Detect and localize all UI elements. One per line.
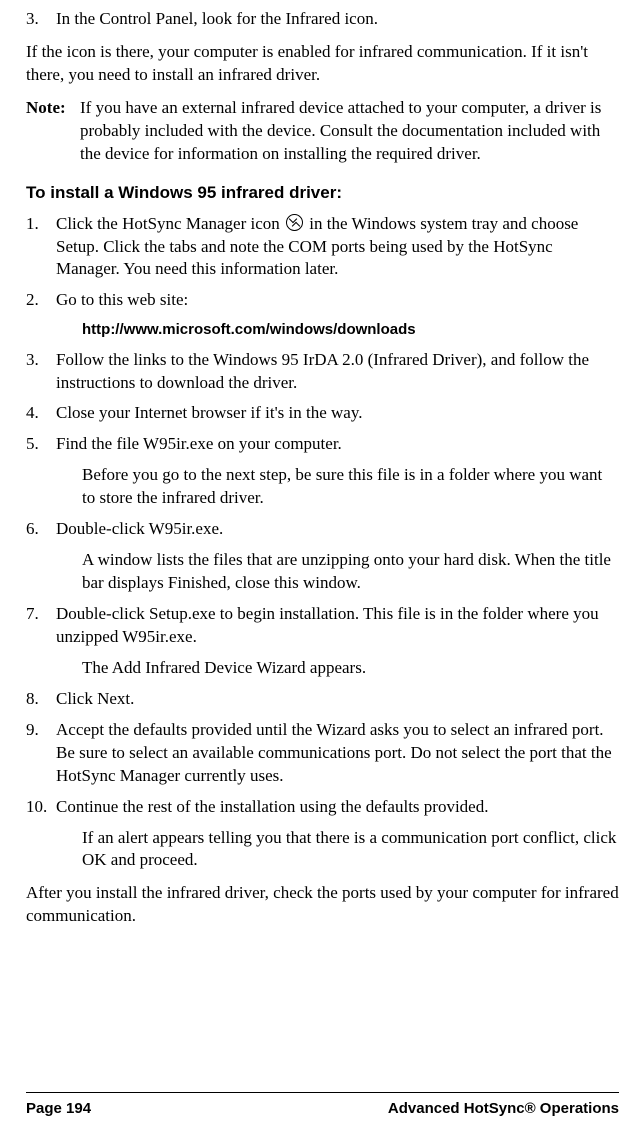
- step-number: 3.: [26, 349, 56, 395]
- step-text: Find the file W95ir.exe on your computer…: [56, 433, 619, 456]
- step-number: 6.: [26, 518, 56, 541]
- step-text: Follow the links to the Windows 95 IrDA …: [56, 349, 619, 395]
- note-block: Note: If you have an external infrared d…: [26, 97, 619, 166]
- step-text: Accept the defaults provided until the W…: [56, 719, 619, 788]
- step-5: 5. Find the file W95ir.exe on your compu…: [26, 433, 619, 456]
- step-6-note: A window lists the files that are unzipp…: [82, 549, 619, 595]
- step-text: Double-click Setup.exe to begin installa…: [56, 603, 619, 649]
- intro-paragraph: If the icon is there, your computer is e…: [26, 41, 619, 87]
- step-10-note: If an alert appears telling you that the…: [82, 827, 619, 873]
- download-url: http://www.microsoft.com/windows/downloa…: [82, 320, 619, 340]
- page-number: Page 194: [26, 1099, 91, 1119]
- note-text: If you have an external infrared device …: [80, 97, 619, 166]
- step-text: Click the HotSync Manager icon in the Wi…: [56, 213, 619, 282]
- step-number: 9.: [26, 719, 56, 788]
- step-6: 6. Double-click W95ir.exe.: [26, 518, 619, 541]
- step-text: Close your Internet browser if it's in t…: [56, 402, 619, 425]
- step-5-note: Before you go to the next step, be sure …: [82, 464, 619, 510]
- step-7: 7. Double-click Setup.exe to begin insta…: [26, 603, 619, 649]
- step-7-note: The Add Infrared Device Wizard appears.: [82, 657, 619, 680]
- step-4: 4. Close your Internet browser if it's i…: [26, 402, 619, 425]
- step-text: Double-click W95ir.exe.: [56, 518, 619, 541]
- section-heading: To install a Windows 95 infrared driver:: [26, 182, 619, 205]
- step-text: Continue the rest of the installation us…: [56, 796, 619, 819]
- page-footer: Page 194 Advanced HotSync® Operations: [26, 1092, 619, 1119]
- step-1: 1. Click the HotSync Manager icon in the…: [26, 213, 619, 282]
- note-label: Note:: [26, 97, 80, 166]
- step-3-top: 3. In the Control Panel, look for the In…: [26, 8, 619, 31]
- step-text: Click Next.: [56, 688, 619, 711]
- chapter-title: Advanced HotSync® Operations: [388, 1099, 619, 1119]
- step-number: 7.: [26, 603, 56, 649]
- step-2: 2. Go to this web site:: [26, 289, 619, 312]
- step-number: 5.: [26, 433, 56, 456]
- step-9: 9. Accept the defaults provided until th…: [26, 719, 619, 788]
- step-number: 1.: [26, 213, 56, 282]
- step-number: 8.: [26, 688, 56, 711]
- step-text: Go to this web site:: [56, 289, 619, 312]
- step-text: In the Control Panel, look for the Infra…: [56, 8, 619, 31]
- step-8: 8. Click Next.: [26, 688, 619, 711]
- step-number: 10.: [26, 796, 56, 819]
- closing-paragraph: After you install the infrared driver, c…: [26, 882, 619, 928]
- step-number: 3.: [26, 8, 56, 31]
- step-text-pre: Click the HotSync Manager icon: [56, 214, 284, 233]
- step-3: 3. Follow the links to the Windows 95 Ir…: [26, 349, 619, 395]
- step-10: 10. Continue the rest of the installatio…: [26, 796, 619, 819]
- step-number: 4.: [26, 402, 56, 425]
- hotsync-icon: [286, 214, 303, 231]
- step-number: 2.: [26, 289, 56, 312]
